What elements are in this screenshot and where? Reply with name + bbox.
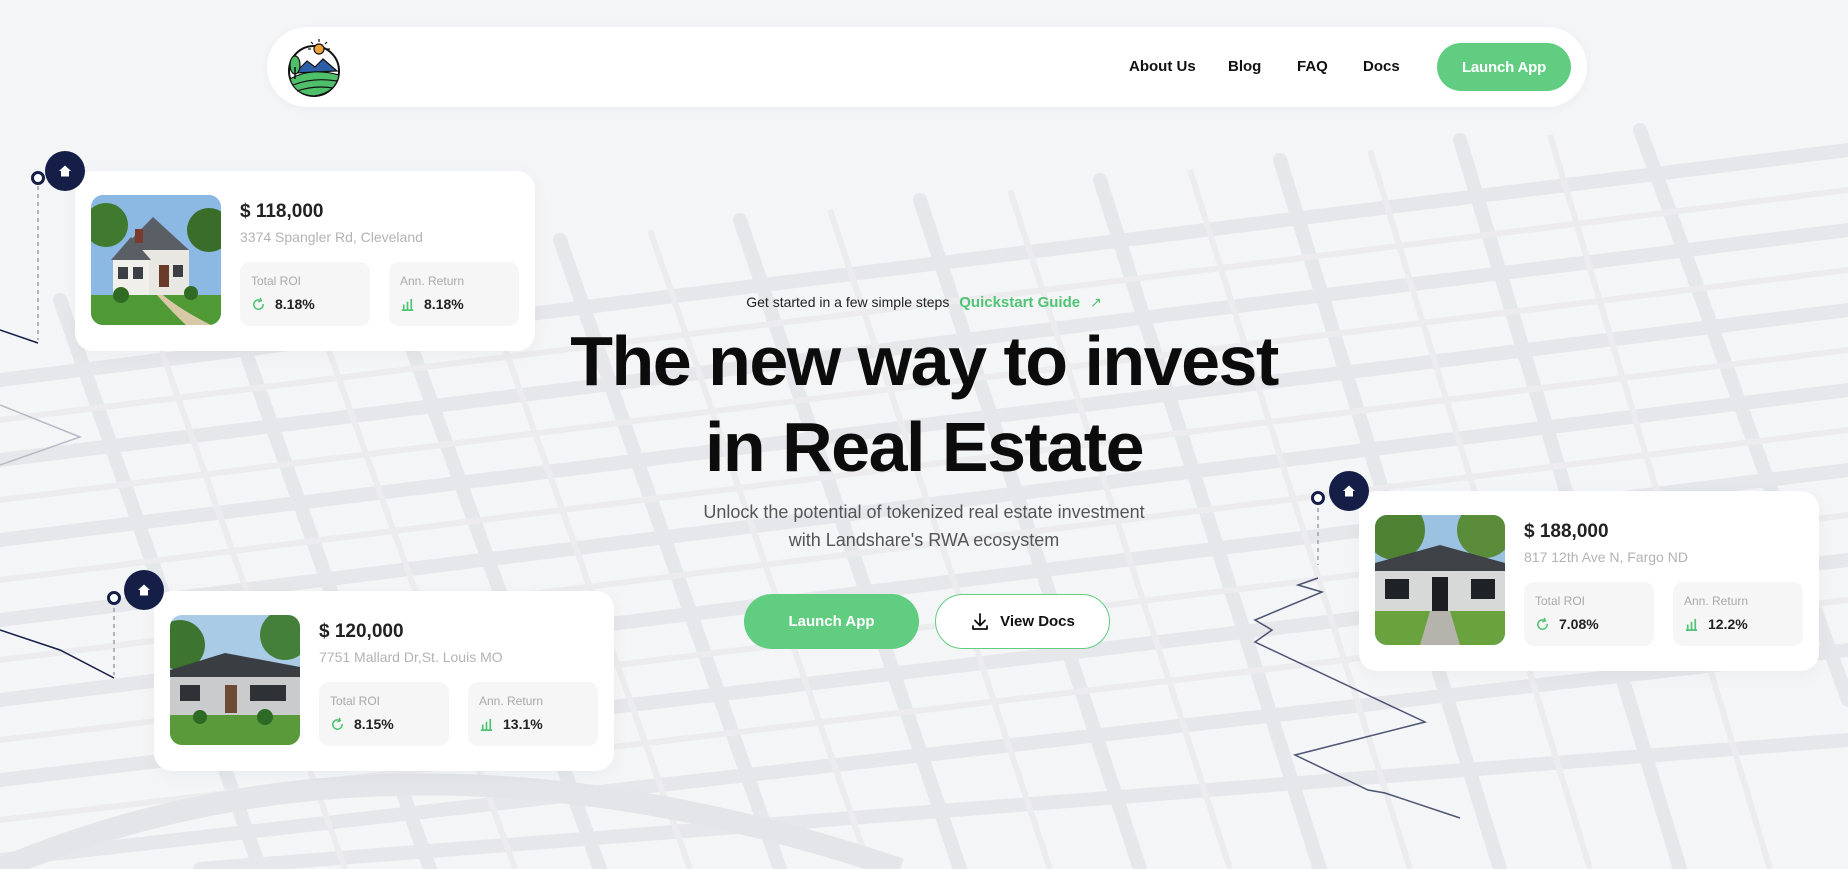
property-photo	[91, 195, 221, 325]
home-icon	[59, 165, 71, 177]
total-roi-box: Total ROI 8.18%	[240, 262, 370, 326]
total-roi-value: 7.08%	[1559, 616, 1599, 632]
landshare-logo[interactable]	[281, 37, 341, 97]
total-roi-box: Total ROI 8.15%	[319, 682, 449, 746]
total-roi-value: 8.15%	[354, 716, 394, 732]
view-docs-label: View Docs	[1000, 613, 1075, 630]
total-roi-box: Total ROI 7.08%	[1524, 582, 1654, 646]
logo-icon	[288, 39, 340, 97]
home-pin	[45, 151, 85, 191]
view-docs-button[interactable]: View Docs	[935, 594, 1110, 649]
headline-line-2: in Real Estate	[704, 408, 1145, 486]
home-pin	[1329, 471, 1369, 511]
annual-return-value: 8.18%	[424, 296, 464, 312]
home-icon	[1343, 485, 1355, 497]
nav-launch-app-button[interactable]: Launch App	[1437, 43, 1571, 91]
navbar: About Us Blog FAQ Docs Launch App	[267, 27, 1587, 107]
property-card[interactable]: $ 120,000 7751 Mallard Dr,St. Louis MO T…	[154, 591, 614, 771]
quickstart-guide-link[interactable]: Quickstart Guide	[959, 294, 1080, 311]
arrow-up-right-icon: ↗	[1090, 294, 1102, 310]
location-dot	[1311, 491, 1325, 505]
bar-chart-icon	[401, 298, 414, 311]
total-roi-label: Total ROI	[1535, 594, 1586, 608]
annual-return-value: 12.2%	[1708, 616, 1748, 632]
property-photo	[1375, 515, 1505, 645]
property-address: 3374 Spangler Rd, Cleveland	[240, 229, 423, 245]
annual-return-box: Ann. Return 8.18%	[389, 262, 519, 326]
home-pin	[124, 570, 164, 610]
property-price: $ 120,000	[319, 621, 404, 642]
annual-return-label: Ann. Return	[400, 274, 465, 288]
annual-return-box: Ann. Return 12.2%	[1673, 582, 1803, 646]
bar-chart-icon	[480, 718, 493, 731]
annual-return-label: Ann. Return	[479, 694, 544, 708]
property-price: $ 118,000	[240, 201, 324, 222]
annual-return-label: Ann. Return	[1684, 594, 1749, 608]
refresh-icon	[253, 297, 264, 310]
home-icon	[138, 584, 150, 596]
nav-blog[interactable]: Blog	[1228, 58, 1261, 75]
property-card[interactable]: $ 118,000 3374 Spangler Rd, Cleveland To…	[75, 171, 535, 351]
property-photo	[170, 615, 300, 745]
hero-launch-app-button[interactable]: Launch App	[744, 594, 919, 649]
nav-faq[interactable]: FAQ	[1297, 58, 1328, 75]
property-address: 817 12th Ave N, Fargo ND	[1524, 549, 1688, 565]
tagline-text: Get started in a few simple steps	[746, 294, 950, 310]
property-address: 7751 Mallard Dr,St. Louis MO	[319, 649, 503, 665]
nav-docs[interactable]: Docs	[1363, 58, 1400, 75]
location-dot	[107, 591, 121, 605]
bar-chart-icon	[1685, 618, 1698, 631]
annual-return-box: Ann. Return 13.1%	[468, 682, 598, 746]
location-dot	[31, 171, 45, 185]
total-roi-label: Total ROI	[251, 274, 302, 288]
download-icon	[972, 612, 989, 630]
refresh-icon	[332, 717, 343, 730]
annual-return-value: 13.1%	[503, 716, 543, 732]
refresh-icon	[1537, 617, 1548, 630]
property-price: $ 188,000	[1524, 521, 1609, 542]
nav-about-us[interactable]: About Us	[1129, 58, 1196, 75]
total-roi-label: Total ROI	[330, 694, 381, 708]
property-card[interactable]: $ 188,000 817 12th Ave N, Fargo ND Total…	[1359, 491, 1819, 671]
total-roi-value: 8.18%	[275, 296, 315, 312]
